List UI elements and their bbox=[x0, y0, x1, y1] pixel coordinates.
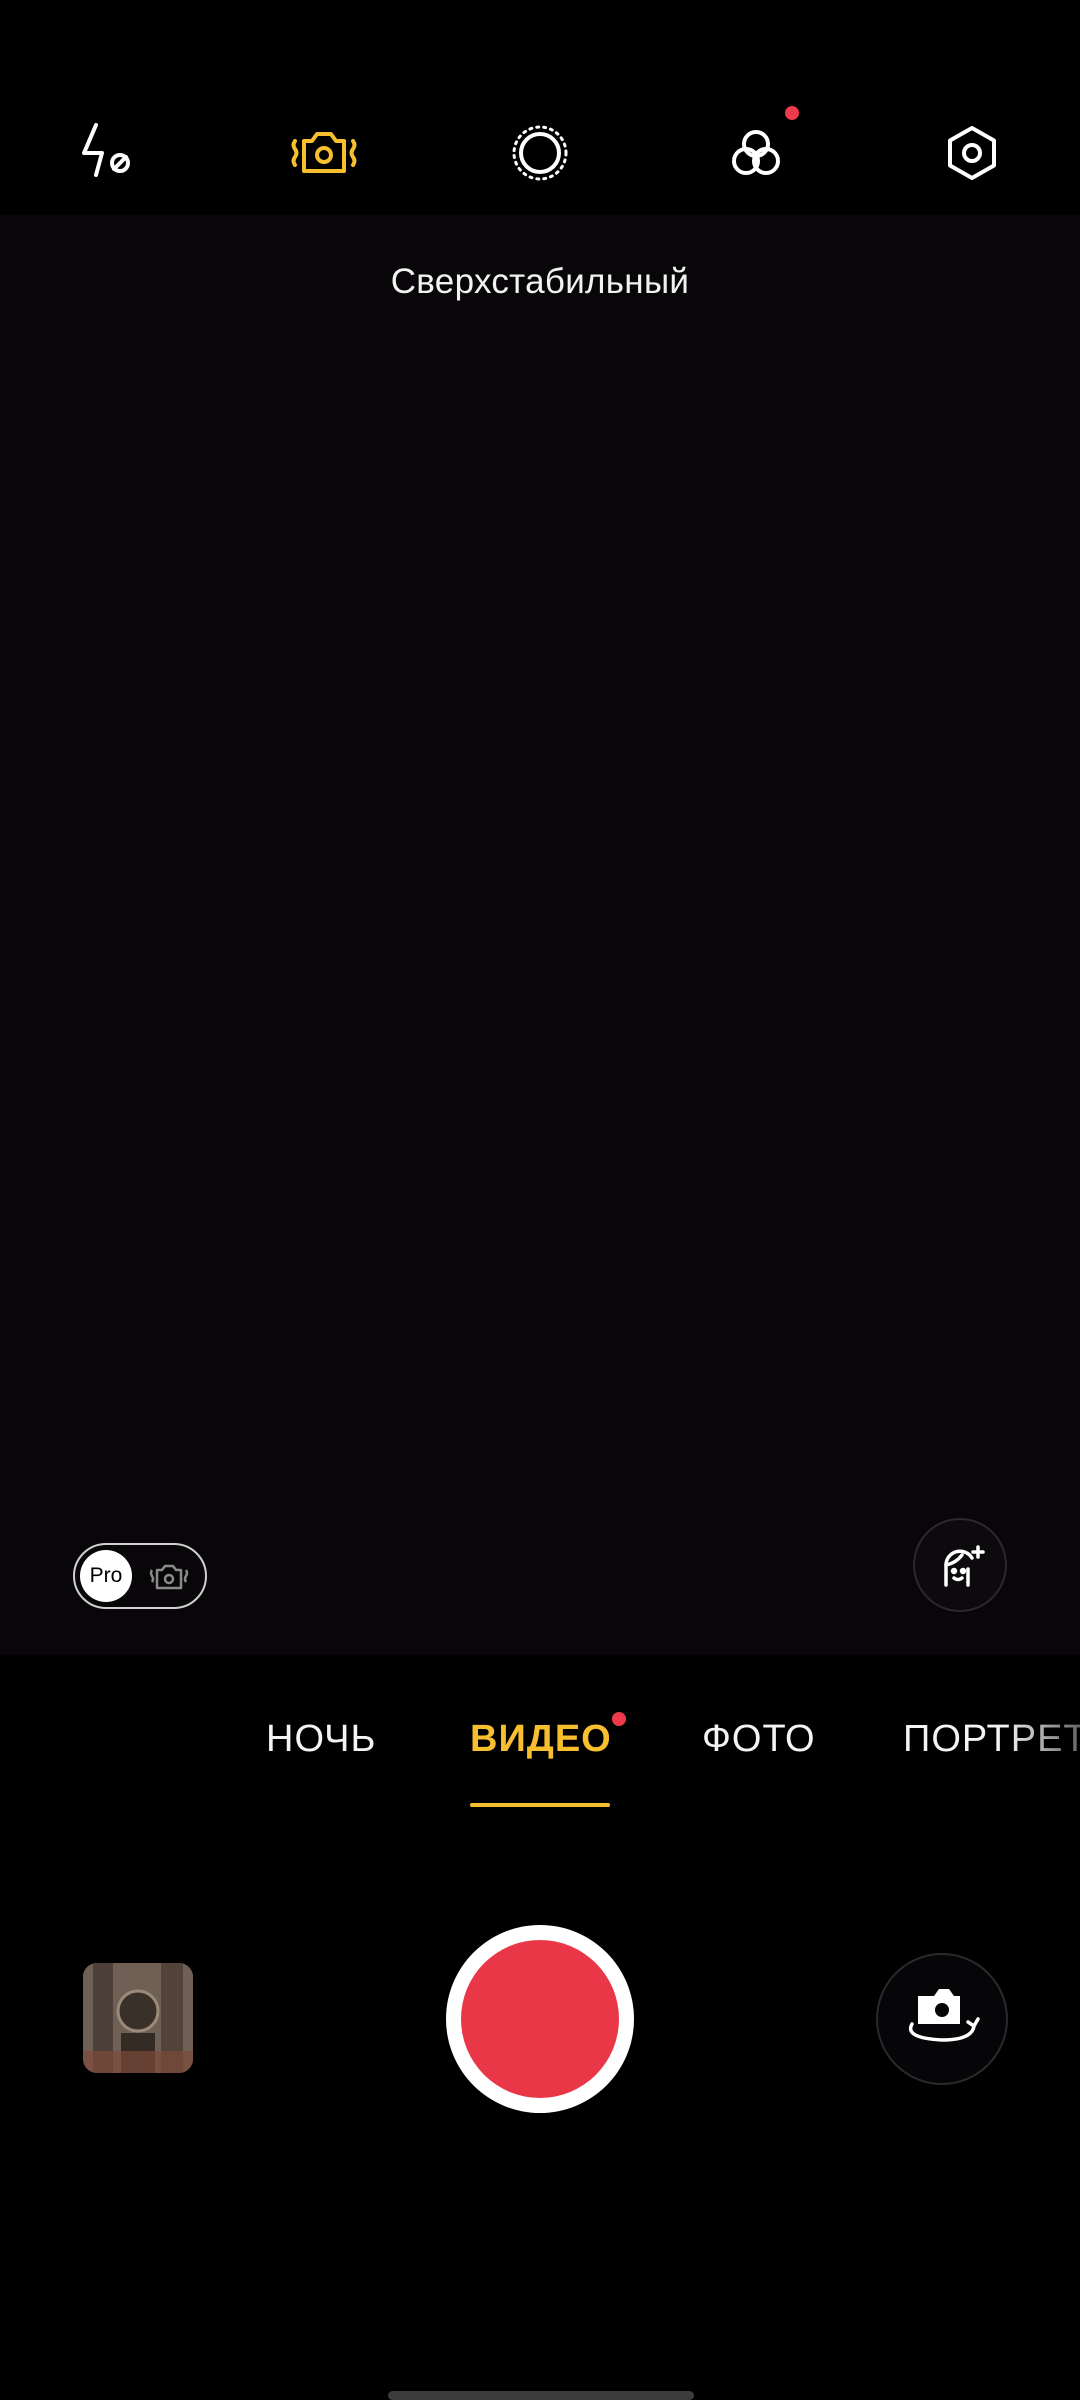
switch-camera-button[interactable] bbox=[876, 1953, 1008, 2085]
stabilization-camera-icon[interactable] bbox=[286, 115, 362, 191]
mode-video[interactable]: ВИДЕО bbox=[470, 1718, 612, 1761]
beauty-mode-button[interactable] bbox=[913, 1518, 1007, 1612]
home-indicator[interactable] bbox=[388, 2391, 694, 2400]
face-beauty-icon bbox=[944, 1545, 985, 1587]
video-notification-dot bbox=[612, 1712, 626, 1726]
mode-night[interactable]: НОЧЬ bbox=[266, 1718, 376, 1761]
mode-portrait[interactable]: ПОРТРЕТ bbox=[903, 1718, 1080, 1761]
stabilization-camera-icon bbox=[149, 1564, 189, 1590]
stabilization-label: Сверхстабильный bbox=[390, 262, 690, 301]
gallery-thumbnail[interactable] bbox=[83, 1963, 193, 2073]
flash-off-icon[interactable] bbox=[70, 115, 146, 191]
record-button-inner bbox=[461, 1940, 619, 2098]
pro-toggle-knob: Pro bbox=[80, 1550, 132, 1602]
top-toolbar bbox=[0, 0, 1080, 215]
filters-icon[interactable] bbox=[718, 115, 794, 191]
mode-photo[interactable]: ФОТО bbox=[702, 1718, 816, 1761]
mode-selected-indicator bbox=[470, 1803, 610, 1807]
switch-camera-icon bbox=[908, 1989, 980, 2042]
filters-notification-dot bbox=[785, 106, 799, 120]
record-button[interactable] bbox=[446, 1925, 634, 2113]
camera-viewfinder[interactable] bbox=[0, 215, 1080, 1655]
pro-mode-toggle[interactable]: Pro bbox=[73, 1543, 207, 1609]
thumbnail-image bbox=[83, 1963, 193, 2073]
settings-icon[interactable] bbox=[934, 115, 1010, 191]
live-photo-icon[interactable] bbox=[502, 115, 578, 191]
